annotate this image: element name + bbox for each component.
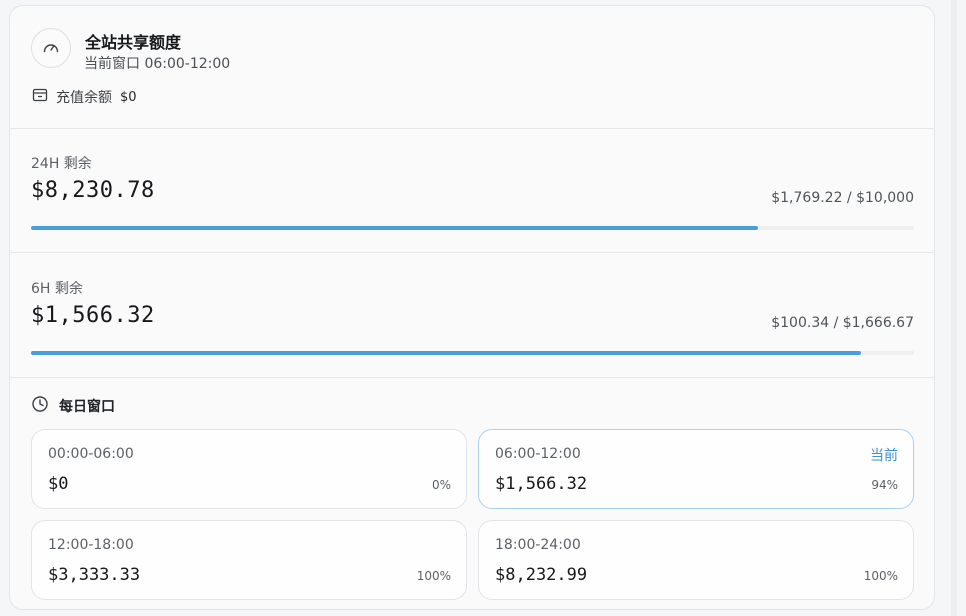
window-amount: $3,333.33 [48,565,141,585]
window-percent: 0% [431,478,451,492]
quota-24h-ratio: $1,769.22 / $10,000 [771,190,914,206]
quota-6h-label: 6H 剩余 [31,281,83,297]
quota-24h-label: 24H 剩余 [31,156,92,172]
wallet-icon [32,87,48,107]
window-slot[interactable]: 00:00-06:00 $0 0% [31,429,467,509]
shared-quota-card: 全站共享额度 当前窗口 06:00-12:00 充值余额 $0 24H 剩余 $… [9,5,935,610]
page: 全站共享额度 当前窗口 06:00-12:00 充值余额 $0 24H 剩余 $… [0,0,966,616]
quota-6h-amount: $1,566.32 [31,303,155,328]
quota-6h-ratio: $100.34 / $1,666.67 [771,315,914,331]
window-amount: $1,566.32 [495,474,588,494]
window-range: 18:00-24:00 [495,537,581,553]
window-slot-current[interactable]: 06:00-12:00 当前 $1,566.32 94% [478,429,914,509]
daily-windows-section: 每日窗口 00:00-06:00 $0 0% 06:00-12:00 当前 $1… [10,378,934,609]
quota-24h-progress-fill [31,226,758,230]
window-slot[interactable]: 18:00-24:00 $8,232.99 100% [478,520,914,600]
window-slot[interactable]: 12:00-18:00 $3,333.33 100% [31,520,467,600]
window-range: 12:00-18:00 [48,537,134,553]
window-amount: $0 [48,474,69,494]
window-percent: 94% [871,478,898,492]
window-percent: 100% [863,569,898,583]
clock-icon [31,395,49,417]
quota-6h-progress-fill [31,351,862,355]
quota-24h-progress-track [31,226,914,230]
balance-value: $0 [120,89,137,105]
window-range: 06:00-12:00 [495,446,581,462]
current-badge: 当前 [870,448,898,464]
page-scrollbar[interactable] [951,0,957,616]
balance-row: 充值余额 $0 [32,87,137,107]
daily-windows-heading: 每日窗口 [31,395,115,417]
current-window-subtitle: 当前窗口 06:00-12:00 [84,56,231,72]
window-percent: 100% [416,569,451,583]
gauge-icon [31,28,71,68]
quota-24h-amount: $8,230.78 [31,178,155,203]
balance-label: 充值余额 [56,90,112,106]
quota-6h-progress-track [31,351,914,355]
quota-6h-section: 6H 剩余 $1,566.32 $100.34 / $1,666.67 [10,253,934,378]
window-range: 00:00-06:00 [48,446,134,462]
window-amount: $8,232.99 [495,565,588,585]
card-title: 全站共享额度 [85,33,182,52]
quota-24h-section: 24H 剩余 $8,230.78 $1,769.22 / $10,000 [10,128,934,253]
daily-windows-title: 每日窗口 [59,399,115,415]
card-header: 全站共享额度 当前窗口 06:00-12:00 充值余额 $0 [10,6,934,129]
